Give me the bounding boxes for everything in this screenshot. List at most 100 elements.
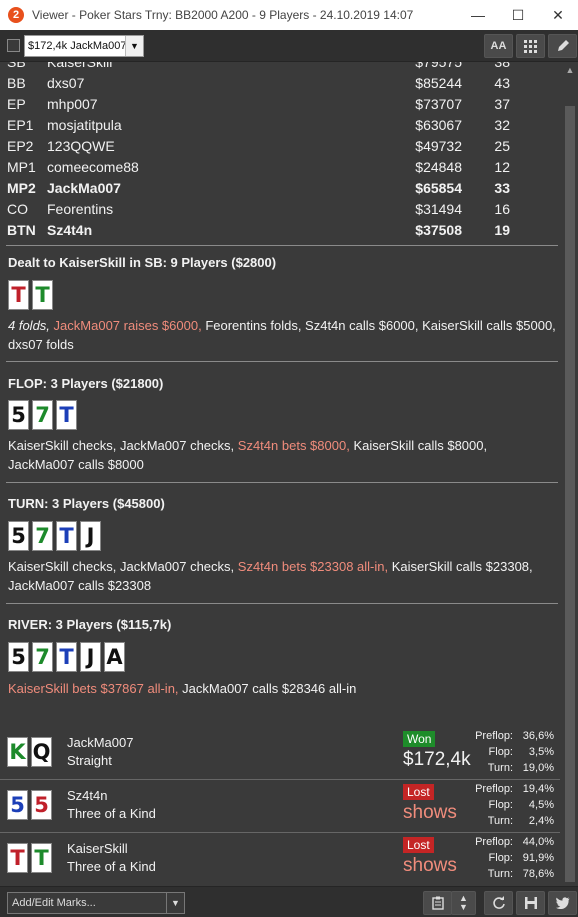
- flop-actions: KaiserSkill checks, JackMa007 checks, Sz…: [8, 436, 556, 474]
- equity-label: Preflop:: [475, 730, 513, 742]
- equity-label: Flop:: [488, 799, 513, 811]
- seat-position: CO: [7, 201, 28, 217]
- seat-row: EP1 mosjatitpula $63067 32: [0, 117, 560, 137]
- seat-player-name: 123QQWE: [47, 138, 115, 154]
- seat-stack: $37508: [415, 222, 462, 238]
- playing-card: K: [7, 737, 28, 767]
- showdown-result: 5 5 Sz4t4n Three of a Kind Lost shows Pr…: [0, 782, 560, 834]
- equity-value: 36,6%: [522, 730, 554, 742]
- flop-title: FLOP: 3 Players ($21800): [8, 376, 164, 391]
- seat-row: BTN Sz4t4n $37508 19: [0, 222, 560, 242]
- twitter-icon: [555, 897, 569, 909]
- action-text: 4 folds,: [8, 318, 50, 333]
- marks-dropdown[interactable]: Add/Edit Marks... ▼: [7, 892, 185, 914]
- chevron-down-icon[interactable]: ▼: [166, 893, 184, 913]
- result-divider: [0, 779, 560, 780]
- pencil-icon: [557, 40, 569, 51]
- result-player-name: Sz4t4n: [67, 788, 108, 803]
- result-hand-rank: Straight: [67, 753, 112, 768]
- seat-stack: $73707: [415, 96, 462, 112]
- seat-row: BB dxs07 $85244 43: [0, 75, 560, 95]
- seat-stack: $85244: [415, 75, 462, 91]
- seat-player-name: KaiserSkill: [47, 62, 113, 70]
- seat-position: BTN: [7, 222, 36, 238]
- toolbar: $172,4k JackMa007 ▼ AA: [0, 30, 578, 62]
- equity-label: Turn:: [487, 815, 513, 827]
- equity-label: Turn:: [487, 868, 513, 880]
- action-text: KaiserSkill checks, JackMa007 checks,: [8, 438, 235, 453]
- playing-card: A: [104, 642, 125, 672]
- seat-big-blinds: 25: [494, 138, 510, 154]
- equity-label: Turn:: [487, 762, 513, 774]
- equity-value: 3,5%: [528, 746, 554, 758]
- action-bet-highlight: Sz4t4n bets $23308 all-in,: [237, 559, 389, 574]
- seat-stack: $63067: [415, 117, 462, 133]
- equity-value: 78,6%: [522, 868, 554, 880]
- arrow-down-icon[interactable]: ▼: [459, 903, 468, 912]
- equity-value: 44,0%: [522, 836, 554, 848]
- hand-selector-dropdown[interactable]: $172,4k JackMa007 ▼: [24, 35, 144, 57]
- maximize-button[interactable]: ☐: [498, 0, 538, 30]
- playing-card: J: [80, 521, 101, 551]
- minimize-button[interactable]: —: [458, 0, 498, 30]
- equity-label: Preflop:: [475, 836, 513, 848]
- vertical-scrollbar[interactable]: ▲: [562, 62, 578, 886]
- close-button[interactable]: ✕: [538, 0, 578, 30]
- playing-card: Q: [31, 737, 52, 767]
- refresh-icon: [492, 896, 505, 909]
- result-hand-rank: Three of a Kind: [67, 859, 156, 874]
- seat-stack: $65854: [415, 180, 462, 196]
- chevron-down-icon[interactable]: ▼: [125, 36, 143, 56]
- action-text: KaiserSkill checks, JackMa007 checks,: [8, 559, 235, 574]
- seat-position: EP1: [7, 117, 34, 133]
- seat-player-name: comeecome88: [47, 159, 139, 175]
- showdown-result-winner: K Q JackMa007 Straight Won $172,4k Prefl…: [0, 729, 560, 781]
- seat-big-blinds: 12: [494, 159, 510, 175]
- replay-button[interactable]: [484, 891, 513, 915]
- hand-selector-value: $172,4k JackMa007: [28, 40, 127, 52]
- save-button[interactable]: [516, 891, 545, 915]
- showdown-cards: K Q: [7, 737, 52, 767]
- won-badge: Won: [403, 731, 436, 747]
- equity-label: Preflop:: [475, 783, 513, 795]
- notes-button[interactable]: [423, 891, 452, 915]
- showdown-cards: T T: [7, 843, 52, 873]
- section-divider: [6, 482, 558, 483]
- action-raise-highlight: JackMa007 raises $6000,: [53, 318, 202, 333]
- equity-label: Flop:: [488, 746, 513, 758]
- seat-player-name: dxs07: [47, 75, 85, 91]
- playing-card: T: [56, 400, 77, 430]
- flop-cards: 5 7 T: [8, 400, 77, 430]
- seat-big-blinds: 32: [494, 117, 510, 133]
- share-twitter-button[interactable]: [548, 891, 577, 915]
- playing-card: T: [7, 843, 28, 873]
- grid-view-button[interactable]: [516, 34, 545, 58]
- window-title: Viewer - Poker Stars Trny: BB2000 A200 -…: [32, 8, 414, 22]
- mark-checkbox[interactable]: [7, 39, 20, 52]
- playing-card: 7: [32, 521, 53, 551]
- edit-button[interactable]: [548, 34, 577, 58]
- lost-badge: Lost: [403, 784, 434, 800]
- turn-cards: 5 7 T J: [8, 521, 101, 551]
- navigate-stepper[interactable]: ▲ ▼: [451, 891, 476, 915]
- playing-card: 5: [8, 521, 29, 551]
- action-bet-highlight: Sz4t4n bets $8000,: [237, 438, 350, 453]
- seat-position: EP2: [7, 138, 34, 154]
- equity-value: 19,0%: [522, 762, 554, 774]
- clipboard-icon: [431, 896, 444, 910]
- action-text: JackMa007 calls $28346 all-in: [182, 681, 357, 696]
- seat-stack: $79575: [415, 62, 462, 70]
- playing-card: 5: [8, 400, 29, 430]
- font-size-button[interactable]: AA: [484, 34, 513, 58]
- playing-card: 7: [32, 400, 53, 430]
- seat-player-name: Feorentins: [47, 201, 114, 217]
- scroll-up-icon[interactable]: ▲: [562, 62, 578, 78]
- scrollbar-thumb[interactable]: [565, 106, 575, 882]
- section-divider: [6, 361, 558, 362]
- title-bar: 2 Viewer - Poker Stars Trny: BB2000 A200…: [0, 0, 578, 30]
- equity-value: 4,5%: [528, 799, 554, 811]
- seat-row: SB KaiserSkill $79575 38: [0, 62, 560, 74]
- seat-player-name: mhp007: [47, 96, 98, 112]
- result-divider: [0, 832, 560, 833]
- river-cards: 5 7 T J A: [8, 642, 125, 672]
